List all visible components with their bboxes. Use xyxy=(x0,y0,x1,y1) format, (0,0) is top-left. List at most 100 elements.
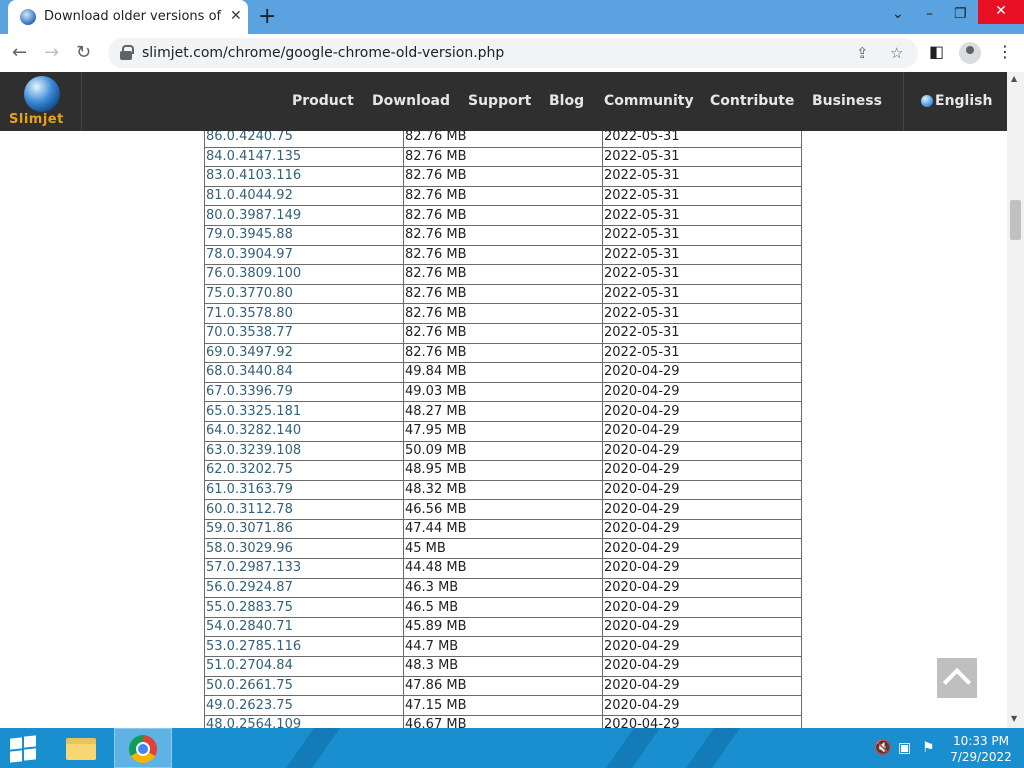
file-size: 82.76 MB xyxy=(403,185,603,207)
reload-icon[interactable]: ↻ xyxy=(76,42,91,63)
version-link[interactable]: 68.0.3440.84 xyxy=(204,362,404,383)
version-link[interactable]: 75.0.3770.80 xyxy=(204,283,404,305)
back-to-top-button[interactable] xyxy=(937,658,977,698)
table-row: 69.0.3497.92 82.76 MB 2022-05-31 xyxy=(204,342,802,364)
version-link[interactable]: 62.0.3202.75 xyxy=(204,460,404,481)
version-link[interactable]: 79.0.3945.88 xyxy=(204,224,404,246)
profile-avatar-icon[interactable] xyxy=(959,42,981,64)
forward-icon[interactable]: → xyxy=(44,42,59,63)
file-size: 82.76 MB xyxy=(403,166,603,187)
tab-strip: Download older versions of Google Chrome… xyxy=(0,0,1024,34)
action-center-icon[interactable]: ⚑ xyxy=(922,740,935,756)
scroll-down-icon[interactable]: ▼ xyxy=(1011,714,1017,723)
nav-contribute[interactable]: Contribute xyxy=(710,93,794,109)
release-date: 2022-05-31 xyxy=(602,205,802,226)
nav-business[interactable]: Business xyxy=(812,93,882,109)
nav-product[interactable]: Product xyxy=(292,93,354,109)
version-link[interactable]: 80.0.3987.149 xyxy=(204,205,404,226)
version-link[interactable]: 83.0.4103.116 xyxy=(204,166,404,187)
version-link[interactable]: 59.0.3071.86 xyxy=(204,518,404,540)
version-link[interactable]: 63.0.3239.108 xyxy=(204,440,404,462)
version-link[interactable]: 67.0.3396.79 xyxy=(204,381,404,403)
url-text[interactable]: slimjet.com/chrome/google-chrome-old-ver… xyxy=(142,45,504,61)
volume-muted-icon[interactable]: 🔇 xyxy=(874,740,891,756)
browser-tab[interactable]: Download older versions of Google Chrome… xyxy=(8,0,248,34)
menu-kebab-icon[interactable]: ⋮ xyxy=(997,42,1013,61)
version-link[interactable]: 84.0.4147.135 xyxy=(204,146,404,168)
version-link[interactable]: 50.0.2661.75 xyxy=(204,675,404,697)
close-window-button[interactable]: ✕ xyxy=(978,0,1024,24)
file-size: 44.48 MB xyxy=(403,558,603,579)
share-icon[interactable]: ⇪ xyxy=(856,44,869,62)
file-explorer-icon[interactable] xyxy=(64,734,98,762)
version-link[interactable]: 53.0.2785.116 xyxy=(204,636,404,658)
taskbar-chrome-button[interactable] xyxy=(114,728,172,768)
version-link[interactable]: 51.0.2704.84 xyxy=(204,656,404,677)
file-size: 46.3 MB xyxy=(403,577,603,599)
version-link[interactable]: 60.0.3112.78 xyxy=(204,499,404,520)
version-link[interactable]: 64.0.3282.140 xyxy=(204,420,404,442)
table-row: 53.0.2785.116 44.7 MB 2020-04-29 xyxy=(204,636,802,658)
nav-download[interactable]: Download xyxy=(372,93,450,109)
file-size: 44.7 MB xyxy=(403,636,603,658)
version-link[interactable]: 81.0.4044.92 xyxy=(204,185,404,207)
scrollbar-thumb[interactable] xyxy=(1010,200,1021,240)
address-bar[interactable]: slimjet.com/chrome/google-chrome-old-ver… xyxy=(108,38,918,68)
version-link[interactable]: 86.0.4240.75 xyxy=(204,131,404,148)
table-row: 63.0.3239.108 50.09 MB 2020-04-29 xyxy=(204,440,802,462)
table-row: 54.0.2840.71 45.89 MB 2020-04-29 xyxy=(204,616,802,638)
site-logo[interactable]: Slimjet xyxy=(0,72,82,131)
table-row: 48.0.2564.109 46.67 MB 2020-04-29 xyxy=(204,714,802,728)
release-date: 2022-05-31 xyxy=(602,131,802,148)
tab-close-icon[interactable]: ✕ xyxy=(230,8,242,24)
release-date: 2020-04-29 xyxy=(602,616,802,638)
release-date: 2020-04-29 xyxy=(602,714,802,728)
restore-button[interactable]: ❐ xyxy=(954,6,967,22)
version-link[interactable]: 58.0.3029.96 xyxy=(204,538,404,560)
version-link[interactable]: 56.0.2924.87 xyxy=(204,577,404,599)
tab-search-icon[interactable]: ⌄ xyxy=(892,6,904,22)
version-link[interactable]: 65.0.3325.181 xyxy=(204,401,404,422)
back-icon[interactable]: ← xyxy=(12,42,27,63)
version-link[interactable]: 48.0.2564.109 xyxy=(204,714,404,728)
version-link[interactable]: 49.0.2623.75 xyxy=(204,695,404,716)
release-date: 2022-05-31 xyxy=(602,342,802,364)
version-link[interactable]: 71.0.3578.80 xyxy=(204,303,404,324)
file-size: 82.76 MB xyxy=(403,146,603,168)
side-panel-icon[interactable]: ◧ xyxy=(929,42,944,61)
new-tab-button[interactable]: + xyxy=(258,4,276,29)
system-clock[interactable]: 10:33 PM 7/29/2022 xyxy=(946,733,1016,765)
table-row: 79.0.3945.88 82.76 MB 2022-05-31 xyxy=(204,224,802,246)
version-link[interactable]: 70.0.3538.77 xyxy=(204,322,404,344)
windows-start-icon[interactable] xyxy=(10,735,38,763)
network-icon[interactable]: ▣ xyxy=(898,740,911,756)
version-link[interactable]: 61.0.3163.79 xyxy=(204,479,404,501)
file-size: 48.95 MB xyxy=(403,460,603,481)
language-selector[interactable]: English xyxy=(903,72,1008,131)
release-date: 2020-04-29 xyxy=(602,440,802,462)
version-link[interactable]: 76.0.3809.100 xyxy=(204,264,404,285)
release-date: 2020-04-29 xyxy=(602,479,802,501)
bookmark-star-icon[interactable]: ☆ xyxy=(890,44,903,62)
minimize-button[interactable]: – xyxy=(926,6,933,22)
table-row: 70.0.3538.77 82.76 MB 2022-05-31 xyxy=(204,322,802,344)
page-scrollbar[interactable]: ▲ ▼ xyxy=(1007,72,1024,728)
nav-blog[interactable]: Blog xyxy=(549,93,584,109)
table-row: 68.0.3440.84 49.84 MB 2020-04-29 xyxy=(204,362,802,383)
file-size: 82.76 MB xyxy=(403,303,603,324)
release-date: 2020-04-29 xyxy=(602,597,802,618)
scroll-up-icon[interactable]: ▲ xyxy=(1011,74,1017,83)
versions-table: 86.0.4240.75 82.76 MB 2022-05-31 84.0.4147.… xyxy=(204,131,802,728)
nav-support[interactable]: Support xyxy=(468,93,531,109)
file-size: 82.76 MB xyxy=(403,264,603,285)
version-link[interactable]: 54.0.2840.71 xyxy=(204,616,404,638)
release-date: 2020-04-29 xyxy=(602,675,802,697)
file-size: 82.76 MB xyxy=(403,244,603,266)
file-size: 47.86 MB xyxy=(403,675,603,697)
version-link[interactable]: 69.0.3497.92 xyxy=(204,342,404,364)
version-link[interactable]: 55.0.2883.75 xyxy=(204,597,404,618)
version-link[interactable]: 78.0.3904.97 xyxy=(204,244,404,266)
nav-community[interactable]: Community xyxy=(604,93,694,109)
version-link[interactable]: 57.0.2987.133 xyxy=(204,558,404,579)
globe-icon xyxy=(921,95,933,107)
